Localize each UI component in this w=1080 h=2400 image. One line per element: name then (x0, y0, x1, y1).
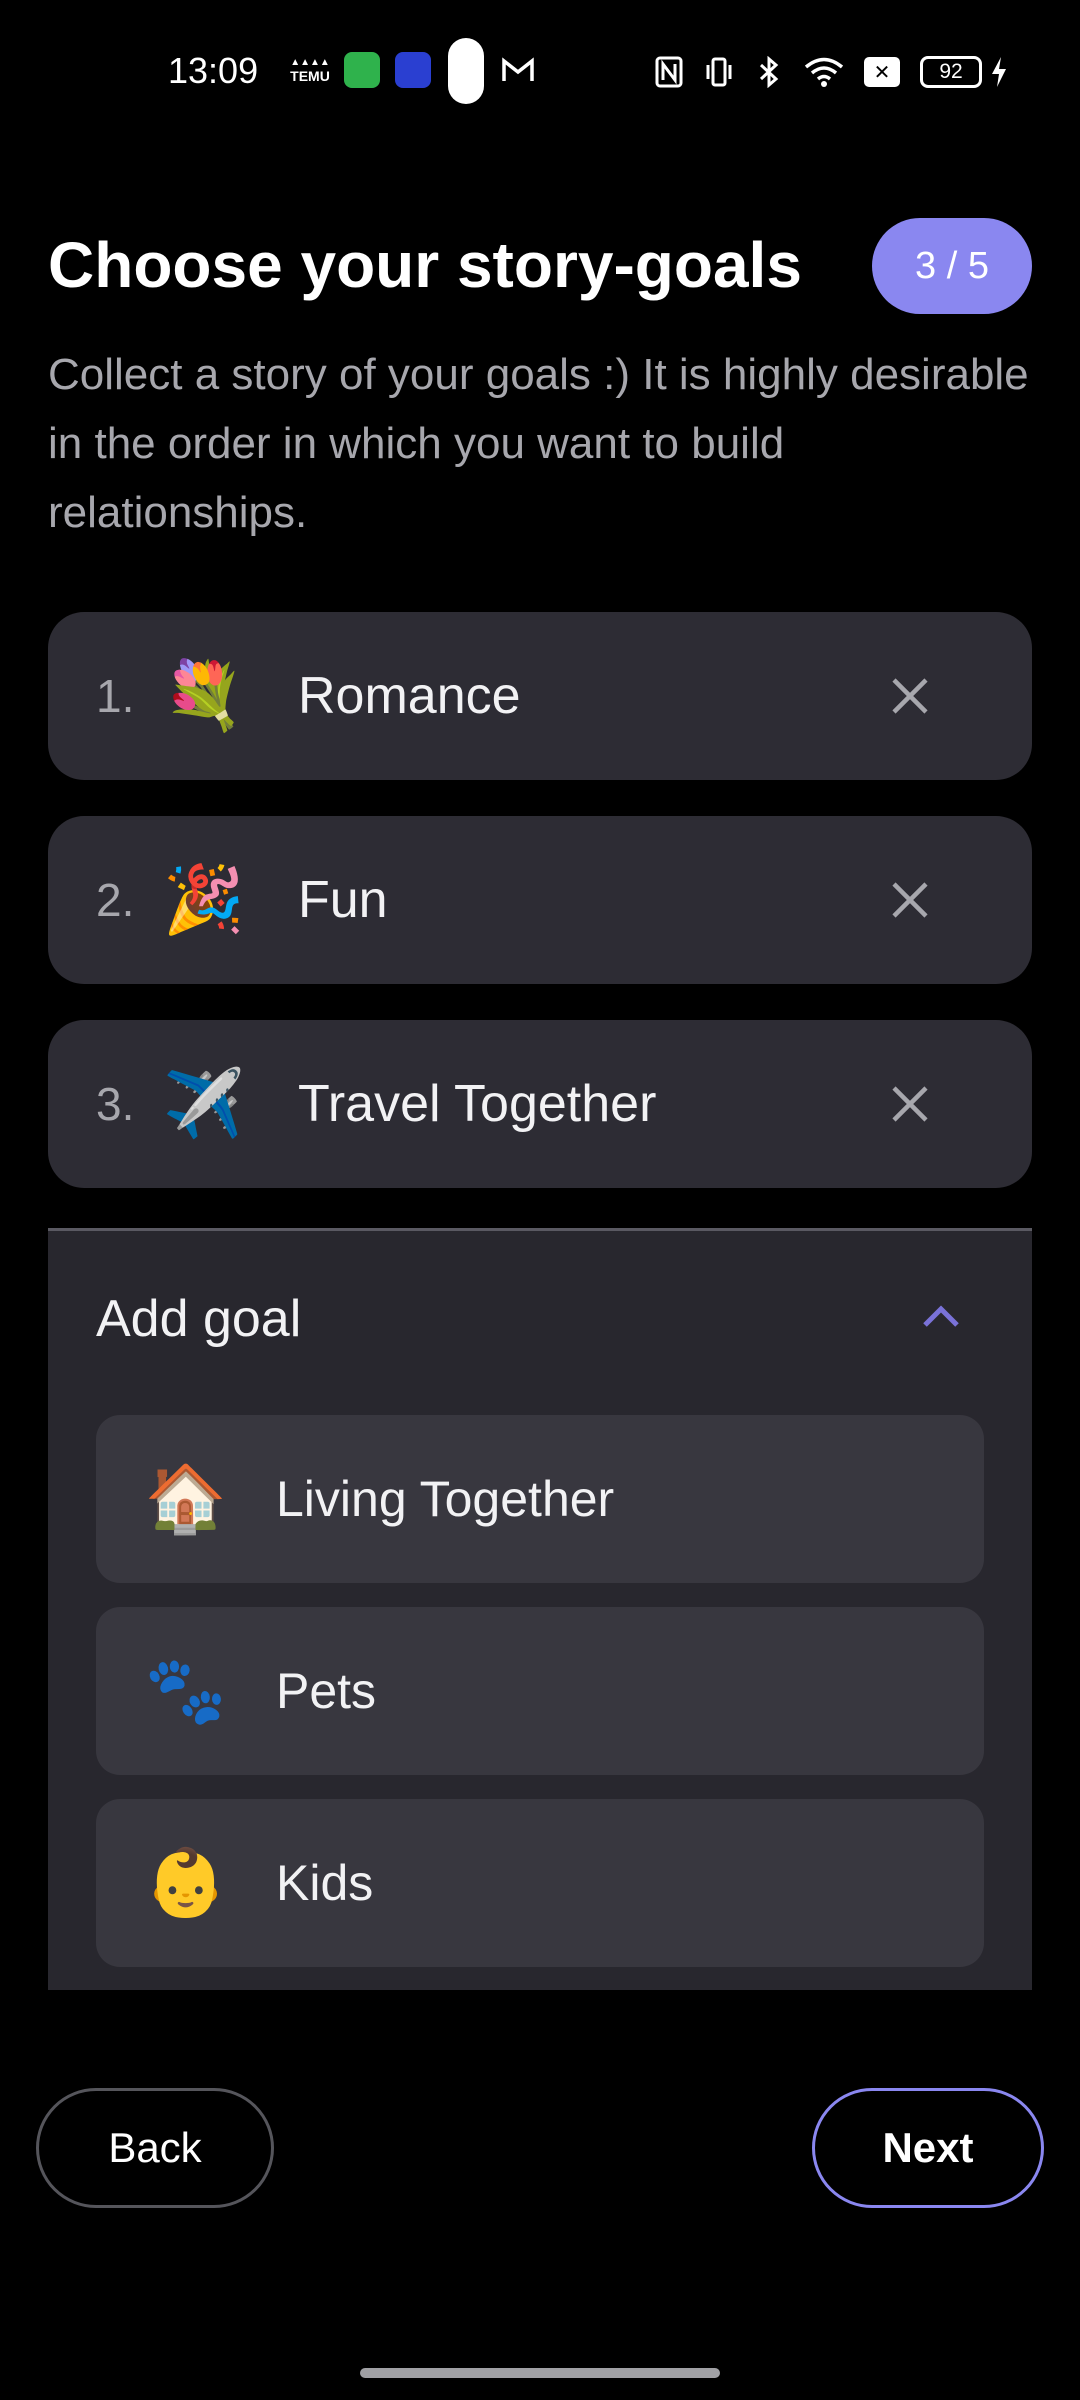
wifi-icon (804, 54, 844, 90)
party-popper-icon: 🎉 (162, 862, 246, 936)
battery-icon: 92 (920, 56, 982, 88)
option-label: Living Together (276, 1471, 615, 1527)
back-button[interactable]: Back (36, 2088, 274, 2208)
charging-icon (990, 54, 1008, 90)
page-subtitle: Collect a story of your goals :) It is h… (48, 350, 1029, 537)
remove-goal-button[interactable] (870, 1064, 950, 1144)
bouquet-icon: 💐 (162, 658, 246, 732)
paw-prints-icon: 🐾 (144, 1653, 228, 1727)
close-icon (892, 882, 928, 918)
next-button[interactable]: Next (812, 2088, 1044, 2208)
nfc-icon (654, 54, 684, 90)
selected-goal-2[interactable]: 2. 🎉 Fun (48, 816, 1032, 984)
green-app-icon (344, 52, 380, 88)
goal-number: 1. (96, 670, 135, 722)
remove-goal-button[interactable] (870, 656, 950, 736)
goal-label: Romance (298, 667, 521, 725)
gmail-icon (500, 52, 536, 88)
goal-number: 2. (96, 874, 135, 926)
close-icon (892, 678, 928, 714)
goal-number: 3. (96, 1078, 135, 1130)
option-label: Kids (276, 1855, 374, 1911)
status-right-icons: ✕ 92 (654, 52, 1008, 92)
goal-option-kids[interactable]: 👶 Kids (96, 1799, 984, 1967)
airplane-icon: ✈️ (162, 1066, 246, 1140)
blue-app-icon (395, 52, 431, 88)
baby-icon: 👶 (144, 1845, 228, 1919)
chevron-up-icon[interactable] (908, 1283, 974, 1349)
selected-goal-3[interactable]: 3. ✈️ Travel Together (48, 1020, 1032, 1188)
temu-icon: ▲▲▲▲ TEMU (290, 57, 330, 84)
goal-label: Travel Together (298, 1075, 657, 1133)
x-icon: ✕ (864, 57, 900, 87)
goal-label: Fun (298, 871, 388, 929)
close-icon (892, 1086, 928, 1122)
home-indicator[interactable] (360, 2368, 720, 2378)
camera-cutout (448, 38, 484, 104)
bluetooth-icon (754, 54, 784, 90)
goal-option-living-together[interactable]: 🏠 Living Together (96, 1415, 984, 1583)
status-bar: 13:09 ▲▲▲▲ TEMU ✕ 92 (0, 0, 1080, 140)
goal-option-pets[interactable]: 🐾 Pets (96, 1607, 984, 1775)
vibrate-icon (704, 54, 734, 90)
remove-goal-button[interactable] (870, 860, 950, 940)
house-icon: 🏠 (144, 1461, 228, 1535)
option-label: Pets (276, 1663, 377, 1719)
add-goal-panel: Add goal 🏠 Living Together 🐾 Pets 👶 Kids (48, 1228, 1032, 1990)
add-goal-header[interactable]: Add goal (48, 1231, 1032, 1407)
status-time: 13:09 (168, 50, 259, 91)
step-badge: 3 / 5 (872, 218, 1032, 314)
add-goal-title: Add goal (96, 1290, 302, 1348)
page-title: Choose your story-goals (48, 229, 802, 301)
selected-goal-1[interactable]: 1. 💐 Romance (48, 612, 1032, 780)
